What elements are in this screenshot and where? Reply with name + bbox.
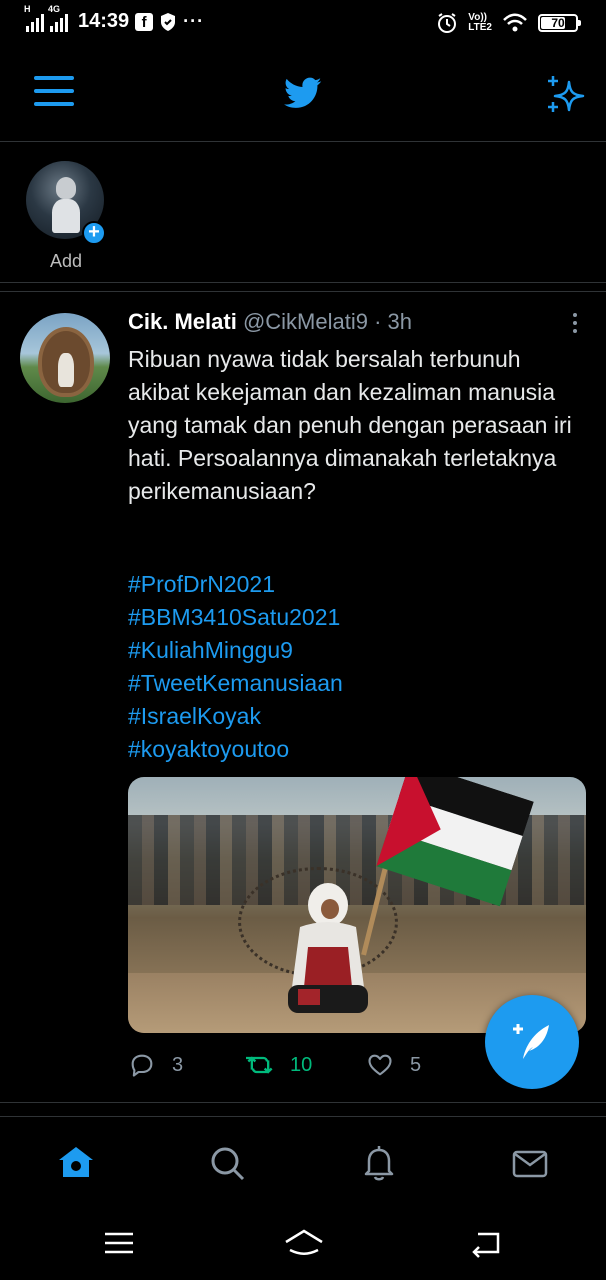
hashtag-link[interactable]: #TweetKemanusiaan — [128, 667, 343, 700]
facebook-icon: f — [135, 12, 154, 31]
notifications-icon[interactable] — [359, 1143, 399, 1183]
battery-indicator: 70 — [538, 14, 581, 32]
divider — [0, 284, 606, 292]
status-bar: H 4G 14:39 f ··· Vo)) LTE2 70 — [0, 0, 606, 46]
header-separator: · — [374, 309, 382, 334]
user-handle[interactable]: @CikMelati9 — [243, 309, 368, 334]
back-icon[interactable] — [470, 1228, 504, 1258]
reply-count: 3 — [172, 1053, 184, 1076]
status-time: 14:39 — [78, 10, 130, 32]
system-navigation-bar — [0, 1208, 606, 1280]
tweet[interactable]: Cik. Melati @CikMelati9 · 3h Ribuan nyaw… — [0, 293, 606, 1103]
search-icon[interactable] — [207, 1143, 247, 1183]
messages-icon[interactable] — [510, 1143, 550, 1183]
alarm-icon — [438, 13, 457, 33]
sparkle-icon[interactable] — [545, 74, 587, 114]
top-app-bar — [0, 46, 606, 142]
hashtag-link[interactable]: #BBM3410Satu2021 — [128, 601, 343, 634]
like-button[interactable]: 5 — [366, 1051, 421, 1079]
hashtag-link[interactable]: #KuliahMinggu9 — [128, 634, 343, 667]
heart-icon — [368, 1054, 392, 1076]
shield-icon — [161, 12, 176, 31]
notification-overflow: ··· — [183, 11, 205, 31]
hashtag-link[interactable]: #koyaktoyoutoo — [128, 733, 343, 766]
avatar[interactable] — [20, 313, 110, 403]
home-button-icon[interactable] — [284, 1228, 324, 1258]
lte-indicator: Vo)) LTE2 — [468, 12, 492, 33]
signal-icon-2: 4G — [48, 4, 68, 32]
plus-icon[interactable]: + — [82, 221, 106, 245]
hamburger-menu-icon[interactable] — [34, 76, 74, 110]
tweet-text: Ribuan nyawa tidak bersalah terbunuh aki… — [128, 346, 572, 504]
compose-feather-icon — [513, 1024, 549, 1059]
recents-icon[interactable] — [102, 1228, 136, 1258]
like-count: 5 — [410, 1053, 422, 1076]
tweet-time: 3h — [387, 309, 413, 334]
signal-icon: H — [24, 4, 44, 32]
hashtag-link[interactable]: #ProfDrN2021 — [128, 568, 343, 601]
retweet-button[interactable]: 10 — [246, 1051, 312, 1079]
fleets-row: + Add — [0, 143, 606, 283]
reply-icon — [131, 1054, 153, 1077]
retweet-count: 10 — [290, 1053, 313, 1076]
compose-tweet-button[interactable] — [485, 995, 579, 1089]
reply-button[interactable]: 3 — [128, 1051, 183, 1079]
hashtag-link[interactable]: #IsraelKoyak — [128, 700, 343, 733]
hashtag-list: #ProfDrN2021 #BBM3410Satu2021 #KuliahMin… — [128, 568, 343, 766]
bottom-navigation — [0, 1116, 606, 1208]
more-options-icon[interactable] — [570, 313, 580, 337]
retweet-icon — [246, 1056, 273, 1074]
wifi-icon — [503, 13, 527, 32]
display-name[interactable]: Cik. Melati — [128, 309, 237, 334]
home-icon[interactable] — [56, 1143, 96, 1183]
twitter-bird-icon[interactable] — [283, 74, 323, 112]
fleet-add-label: Add — [49, 251, 83, 271]
tweet-header: Cik. Melati @CikMelati9 · 3h — [128, 309, 412, 335]
tweet-photo[interactable] — [128, 777, 586, 1033]
